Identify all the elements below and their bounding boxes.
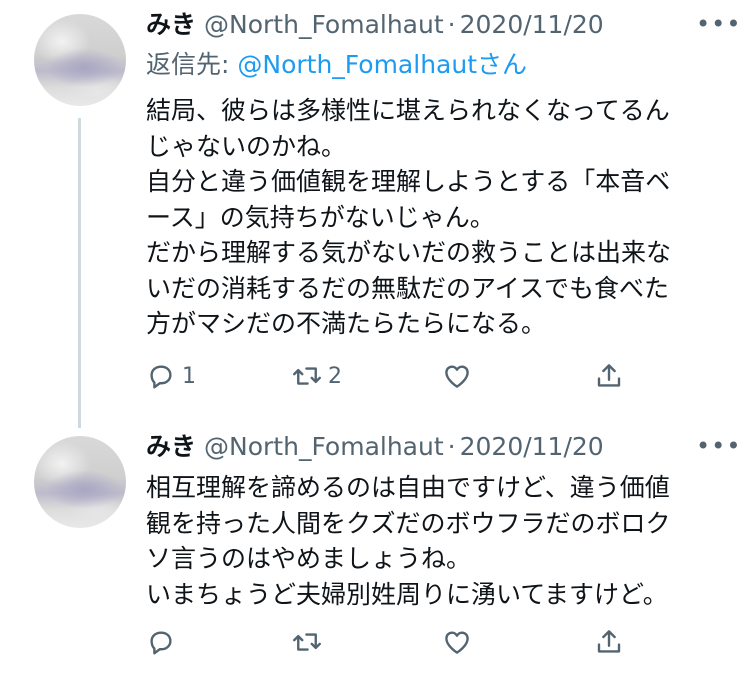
like-icon bbox=[445, 365, 469, 388]
share-button[interactable] bbox=[594, 358, 624, 394]
tweet-actions bbox=[146, 624, 626, 660]
tweet-text: 結局、彼らは多様性に堪えられなくなってるん じゃないのかね。 自分と違う価値観を… bbox=[146, 96, 672, 338]
reply-button[interactable] bbox=[146, 624, 182, 660]
reply-context: 返信先: @North_Fomalhautさん bbox=[146, 50, 527, 80]
retweet-button[interactable]: 2 bbox=[292, 358, 342, 394]
reply-icon bbox=[150, 365, 172, 389]
reply-icon bbox=[150, 631, 172, 655]
like-icon bbox=[445, 631, 469, 654]
tweet-1[interactable]: みき @North_Fomalhaut · 2020/11/20 ••• 返信先: @… bbox=[0, 0, 750, 410]
share-icon bbox=[597, 630, 621, 653]
retweet-icon bbox=[293, 367, 321, 385]
retweet-count: 2 bbox=[328, 363, 342, 389]
tweet-header: みき @North_Fomalhaut · 2020/11/20 bbox=[146, 432, 604, 462]
like-button[interactable] bbox=[442, 624, 478, 660]
more-options-icon[interactable]: ••• bbox=[696, 10, 741, 38]
timestamp[interactable]: 2020/11/20 bbox=[460, 10, 604, 39]
retweet-button[interactable] bbox=[292, 624, 328, 660]
reply-button[interactable]: 1 bbox=[146, 358, 196, 394]
retweet-icon bbox=[293, 633, 321, 651]
share-icon bbox=[597, 364, 621, 387]
like-button[interactable] bbox=[442, 358, 478, 394]
share-button[interactable] bbox=[594, 624, 624, 660]
timestamp[interactable]: 2020/11/20 bbox=[460, 432, 604, 461]
display-name[interactable]: みき bbox=[146, 10, 196, 39]
tweet-2[interactable]: みき @North_Fomalhaut · 2020/11/20 ••• 相互理解を諦… bbox=[0, 420, 750, 674]
handle[interactable]: @North_Fomalhaut bbox=[204, 432, 444, 461]
reply-mention-link[interactable]: @North_Fomalhautさん bbox=[237, 50, 527, 79]
avatar[interactable] bbox=[34, 436, 126, 528]
reply-prefix: 返信先: bbox=[146, 50, 238, 79]
handle[interactable]: @North_Fomalhaut bbox=[204, 10, 444, 39]
separator: · bbox=[447, 432, 456, 461]
tweet-actions: 1 2 bbox=[146, 358, 626, 394]
display-name[interactable]: みき bbox=[146, 432, 196, 461]
avatar[interactable] bbox=[34, 14, 126, 106]
reply-count: 1 bbox=[182, 363, 196, 389]
thread-connector-line bbox=[78, 118, 81, 428]
more-options-icon[interactable]: ••• bbox=[696, 432, 741, 460]
tweet-header: みき @North_Fomalhaut · 2020/11/20 bbox=[146, 10, 604, 40]
tweet-text: 相互理解を諦めるのは自由ですけど、違う価値 観を持った人間をクズだのボウフラだの… bbox=[146, 473, 671, 609]
separator: · bbox=[447, 10, 456, 39]
